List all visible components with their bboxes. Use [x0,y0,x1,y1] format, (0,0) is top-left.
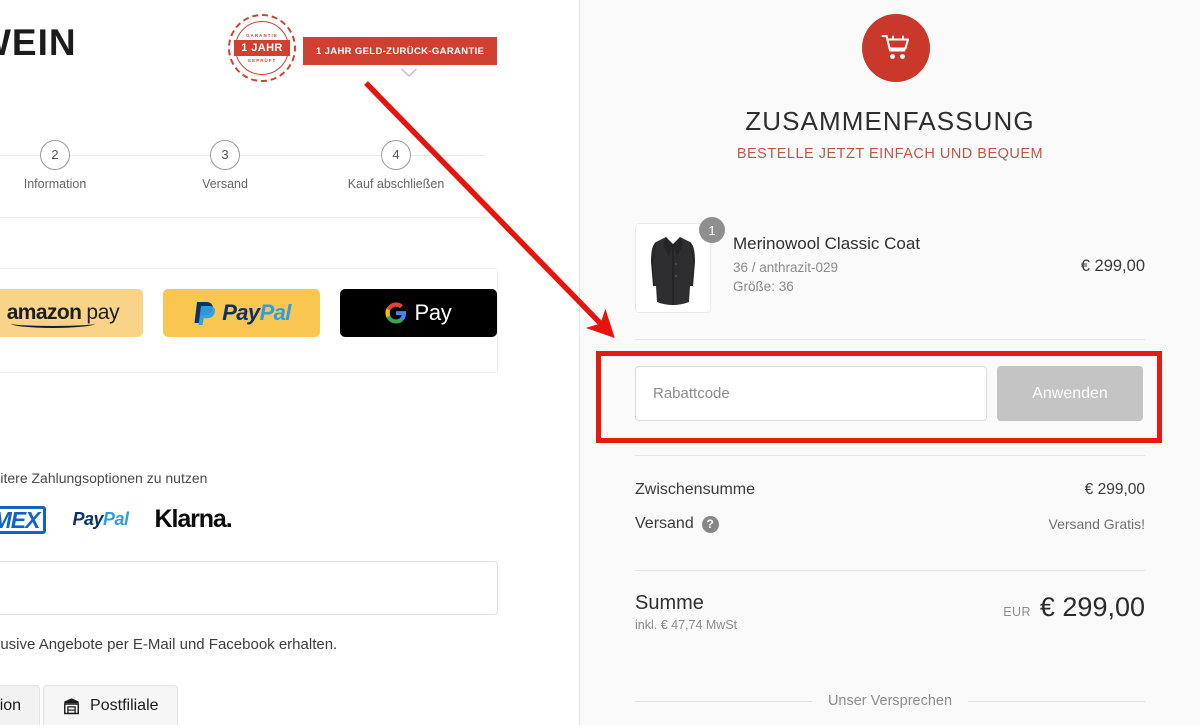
shipping-label: Versand ? [635,515,719,533]
stamp-top-text: GARANTIE [246,32,278,38]
express-payment-card: amazon pay Pay Pal Pay [0,268,498,373]
promise-label: Unser Versprechen [827,693,953,709]
stamp-band-text: 1 JAHR [234,39,290,57]
google-g-icon [385,302,407,324]
summary-subtitle: BESTELLE JETZT EINFACH UND BEQUEM [736,146,1044,162]
totals-block: Zwischensumme € 299,00 Versand ? Versand… [635,481,1145,549]
grand-total-currency: EUR [1003,605,1031,619]
address-input-field[interactable] [0,561,498,615]
stepper-step-information[interactable]: 2 Information [0,140,115,191]
product-size: Größe: 36 [733,279,794,294]
quantity-badge: 1 [699,217,725,243]
paypal-small-pay: Pay [72,509,103,529]
klarna-icon: Klarna. [154,505,233,533]
shipping-tab-label: ackstation [0,696,22,714]
discount-code-row: Anwenden [635,366,1143,421]
promise-rule-left [635,700,812,702]
divider-before-total [635,570,1145,571]
grand-total-amount: € 299,00 [1039,592,1145,622]
stepper-step-kauf-abschliessen[interactable]: 4 Kauf abschließen [336,140,456,191]
step-number: 2 [40,140,70,170]
divider-after-discount [635,455,1145,456]
paypal-label-pal: Pal [259,300,292,325]
amex-icon: AMEX [0,505,47,534]
summary-title: ZUSAMMENFASSUNG [745,106,1035,136]
guarantee-bar-label: 1 JAHR GELD-ZURÜCK-GARANTIE [303,37,498,65]
grand-total-left: Summe inkl. € 47,74 MwSt [635,592,737,632]
grand-total-label: Summe [635,592,704,614]
paypal-small-pal: Pal [102,509,129,529]
paypal-small-icon: PayPal [72,509,129,530]
product-name: Merinowool Classic Coat [733,234,921,253]
total-row-shipping: Versand ? Versand Gratis! [635,515,1145,533]
subtotal-value: € 299,00 [1084,481,1145,498]
checkout-left-panel: WEIN GARANTIE 1 JAHR GEPRÜFT 1 JAHR GELD… [0,0,579,725]
more-payment-options-text: ben, um weitere Zahlungsoptionen zu nutz… [0,470,208,486]
payment-method-logos: AMEX PayPal Klarna. [0,505,233,534]
shipping-value: Versand Gratis! [1048,516,1146,532]
shipping-tab-packstation[interactable]: ackstation [0,685,41,725]
paypal-button[interactable]: Pay Pal [163,289,320,337]
apply-discount-button[interactable]: Anwenden [997,366,1143,421]
newsletter-consent-text: xklusive Angebote per E-Mail und Faceboo… [0,636,338,653]
guarantee-stamp-icon: GARANTIE 1 JAHR GEPRÜFT [228,14,296,82]
shop-logo[interactable]: WEIN [0,22,77,64]
grand-total-tax-note: inkl. € 47,74 MwSt [635,618,738,632]
promise-divider: Unser Versprechen [635,693,1145,709]
card-divider [0,217,498,218]
paypal-label-pay: Pay [222,300,260,325]
step-label: Information [23,177,87,191]
amazon-pay-button[interactable]: amazon pay [0,289,143,337]
total-row-subtotal: Zwischensumme € 299,00 [635,481,1145,499]
grand-total-right: EUR € 299,00 [1003,592,1145,623]
chevron-down-icon[interactable] [401,68,417,78]
stepper-step-versand[interactable]: 3 Versand [165,140,285,191]
amazon-smile-icon [11,319,95,328]
divider-after-product [635,339,1145,340]
shopping-cart-icon [881,34,910,59]
grand-total-row: Summe inkl. € 47,74 MwSt EUR € 299,00 [635,592,1145,632]
shipping-label-text: Versand [635,515,694,532]
help-icon[interactable]: ? [701,515,719,533]
order-line-item: 1 Merinowool Classic Coat 36 / anthrazit… [635,217,1145,313]
shipping-tab-label: Postfiliale [90,696,159,714]
step-label: Versand [202,177,248,191]
google-pay-button[interactable]: Pay [340,289,497,337]
step-label: Kauf abschließen [347,177,445,191]
product-variant: 36 / anthrazit-029 [733,260,839,275]
shipping-location-tabs: ackstation Postfiliale [0,685,178,725]
coat-image [636,224,710,312]
discount-code-input[interactable] [635,366,987,421]
express-payment-row: amazon pay Pay Pal Pay [0,269,519,357]
subtotal-label: Zwischensumme [635,481,756,498]
product-thumbnail[interactable] [635,223,711,313]
checkout-stepper: 2 Information 3 Versand 4 Kauf abschließ… [0,140,485,200]
promise-rule-right [968,700,1145,702]
product-price: € 299,00 [1080,257,1145,275]
shipping-tab-postfiliale[interactable]: Postfiliale [43,685,178,725]
stamp-bottom-text: GEPRÜFT [247,58,277,64]
paypal-icon [194,302,216,325]
step-number: 3 [210,140,240,170]
google-pay-label: Pay [414,300,452,325]
product-info: Merinowool Classic Coat 36 / anthrazit-0… [733,233,920,294]
cart-icon-badge [862,14,930,82]
checkout-screenshot: WEIN GARANTIE 1 JAHR GEPRÜFT 1 JAHR GELD… [0,0,1200,725]
step-number: 4 [381,140,411,170]
post-office-icon [64,697,80,714]
